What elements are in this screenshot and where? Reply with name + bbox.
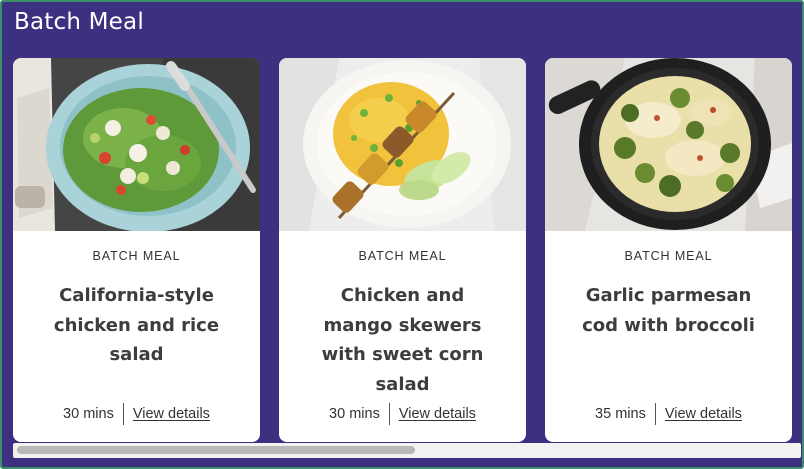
recipe-footer: 30 mins View details — [13, 403, 260, 425]
recipe-duration: 30 mins — [329, 406, 380, 422]
scrollbar-thumb[interactable] — [17, 446, 415, 454]
recipe-badge: BATCH MEAL — [624, 249, 713, 263]
recipe-duration: 35 mins — [595, 406, 646, 422]
recipe-title[interactable]: Chicken and mango skewers with sweet cor… — [307, 281, 498, 399]
batch-meal-section: Batch Meal BATCH MEAL California-style c… — [0, 0, 804, 469]
recipe-title[interactable]: Garlic parmesan cod with broccoli — [573, 281, 764, 340]
recipe-badge: BATCH MEAL — [358, 249, 447, 263]
recipe-card[interactable]: BATCH MEAL Garlic parmesan cod with broc… — [545, 58, 792, 442]
recipe-footer: 35 mins View details — [545, 403, 792, 425]
recipe-image-skewers[interactable] — [279, 58, 526, 231]
section-title: Batch Meal — [14, 9, 144, 35]
recipe-duration: 30 mins — [63, 406, 114, 422]
view-details-link[interactable]: View details — [390, 406, 476, 422]
view-details-link[interactable]: View details — [656, 406, 742, 422]
recipe-image-cod[interactable] — [545, 58, 792, 231]
recipe-image-salad[interactable] — [13, 58, 260, 231]
horizontal-scrollbar[interactable] — [13, 443, 801, 458]
recipe-footer: 30 mins View details — [279, 403, 526, 425]
recipe-badge: BATCH MEAL — [92, 249, 181, 263]
recipe-card[interactable]: BATCH MEAL California-style chicken and … — [13, 58, 260, 442]
recipe-card[interactable]: BATCH MEAL Chicken and mango skewers wit… — [279, 58, 526, 442]
recipe-title[interactable]: California-style chicken and rice salad — [41, 281, 232, 370]
view-details-link[interactable]: View details — [124, 406, 210, 422]
